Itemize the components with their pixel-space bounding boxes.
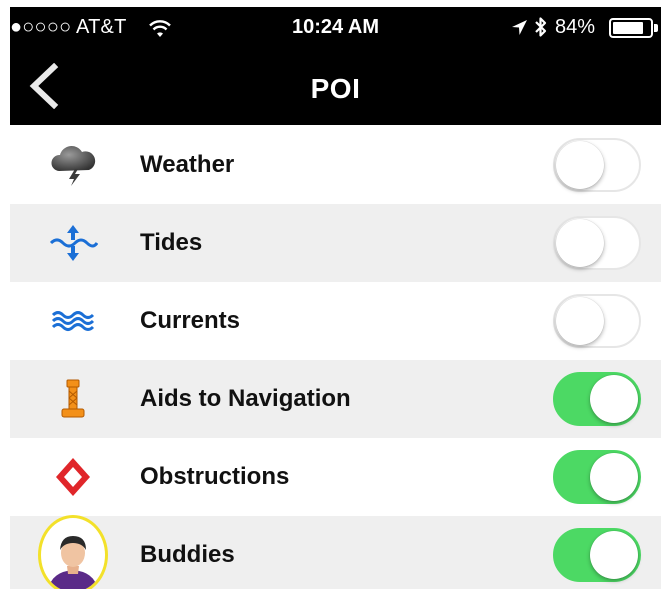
poi-label: Obstructions [140,463,290,490]
toggle-knob [590,375,638,423]
tides-toggle[interactable] [553,216,641,270]
poi-label: Currents [140,307,241,334]
aids-to-navigation-toggle[interactable] [553,372,641,426]
diamond-marker-icon [38,442,108,512]
currents-toggle[interactable] [553,294,641,348]
weather-toggle[interactable] [553,138,641,192]
poi-label: Buddies [140,541,235,568]
toggle-knob [590,531,638,579]
screen: ●○○○○ AT&T 10:24 AM 84% POI Weather Tide… [0,0,661,589]
poi-row-aids-to-navigation: Aids to Navigation [10,360,661,438]
battery-icon [609,18,653,38]
buddy-avatar-icon [38,515,108,589]
nav-bar: POI [10,51,661,125]
toggle-knob [556,141,604,189]
poi-list: Weather Tides Currents Aids to Navigatio… [10,126,661,589]
poi-row-weather: Weather [10,126,661,204]
tides-icon [38,208,108,278]
poi-row-buddies: Buddies [10,515,661,589]
location-arrow-icon [512,20,527,35]
toggle-knob [556,297,604,345]
page-title: POI [310,73,361,104]
poi-label: Weather [140,151,235,178]
bluetooth-icon [535,17,547,37]
waves-icon [38,286,108,356]
buddies-toggle[interactable] [553,528,641,582]
buoy-icon [38,364,108,434]
battery-nub [654,24,658,32]
toggle-knob [590,453,638,501]
poi-row-obstructions: Obstructions [10,438,661,516]
battery-level [613,22,644,34]
obstructions-toggle[interactable] [553,450,641,504]
poi-row-currents: Currents [10,282,661,360]
storm-cloud-icon [38,130,108,200]
poi-row-tides: Tides [10,204,661,282]
status-bar: ●○○○○ AT&T 10:24 AM 84% [10,7,661,51]
toggle-knob [556,219,604,267]
poi-label: Aids to Navigation [140,385,351,412]
battery-percent: 84% [555,16,596,38]
poi-label: Tides [140,229,203,256]
header: ●○○○○ AT&T 10:24 AM 84% POI [10,7,661,125]
